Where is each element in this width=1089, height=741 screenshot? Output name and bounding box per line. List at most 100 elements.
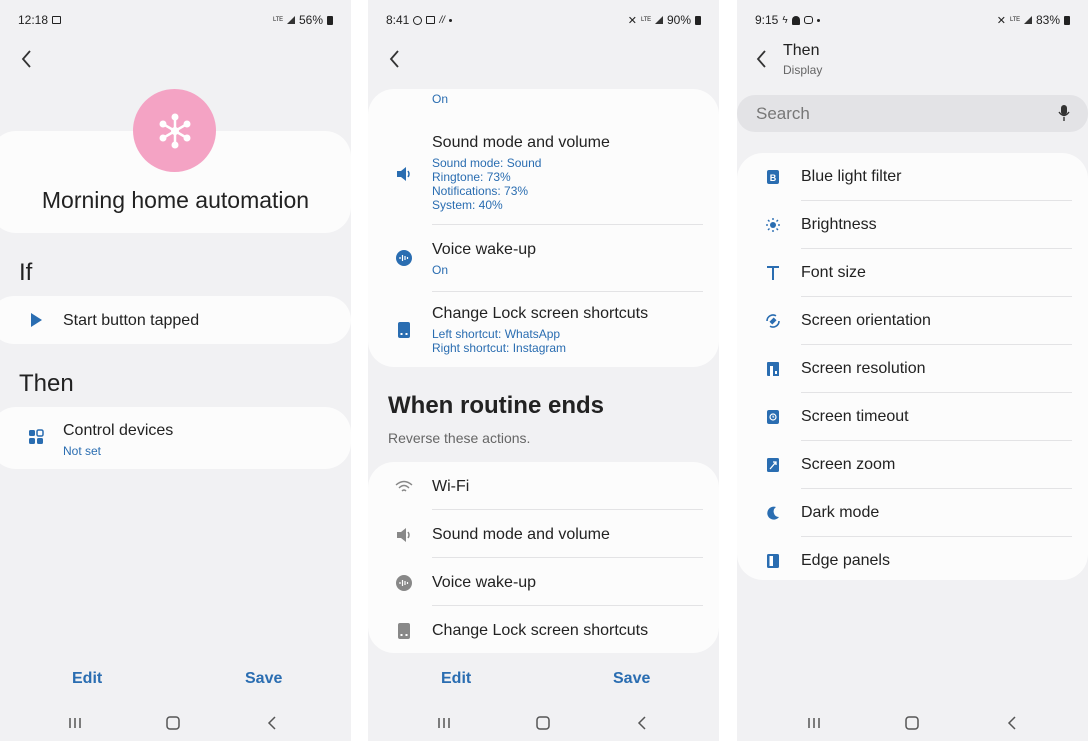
bottom-action-bar: Edit Save [0,664,351,694]
battery-level: 56% [298,13,323,27]
option-label: Screen timeout [801,408,909,425]
option-dark-mode[interactable]: Dark mode [737,501,1088,525]
back-button[interactable] [752,47,772,71]
home-icon [905,716,919,730]
partial-action-status: On [432,92,449,106]
more-notifications-icon [816,18,820,22]
messenger-notification-icon: ϟ [782,14,788,26]
then-action-title: Control devices [63,422,174,439]
option-label: Screen orientation [801,312,931,329]
divider [801,536,1072,537]
screen-zoom-icon [762,454,784,476]
home-button[interactable] [898,710,926,736]
molecule-icon [159,113,190,148]
reverse-row-sound[interactable]: Sound mode and volume [368,522,719,548]
phone-icon [393,319,415,341]
routine-ends-heading: When routine ends [388,392,604,419]
option-font-size[interactable]: Font size [737,261,1088,285]
option-label: Blue light filter [801,168,902,185]
signal-icon [1023,16,1032,24]
then-action-card[interactable]: Control devices Not set [0,407,351,469]
home-button[interactable] [159,710,187,736]
edit-button[interactable]: Edit [441,670,471,688]
reverse-item-label: Voice wake-up [432,574,537,591]
action-status: On [432,263,449,277]
option-screen-resolution[interactable]: Screen resolution [737,357,1088,381]
divider [432,291,703,292]
back-button[interactable] [17,47,37,71]
status-bar: 9:15 ϟ ✕ LTE 83% [737,0,1088,40]
display-actions-screen: 9:15 ϟ ✕ LTE 83% Then Display Search B B… [737,0,1088,741]
back-arrow-icon [637,716,646,730]
recent-apps-button[interactable] [61,710,89,736]
divider [432,509,703,510]
save-button[interactable]: Save [613,670,650,688]
reverse-actions-card: Wi-Fi Sound mode and volume Voice wake-u… [368,462,719,653]
reverse-row-voice[interactable]: Voice wake-up [368,570,719,596]
routine-actions-screen: 8:41 // ✕ LTE 90% On Sound mode and volu… [368,0,719,741]
whatsapp-notification-icon [413,15,423,25]
nav-back-button[interactable] [998,710,1026,736]
routine-title[interactable]: Morning home automation [0,187,351,214]
font-size-icon [762,262,784,284]
option-screen-orientation[interactable]: Screen orientation [737,309,1088,333]
recents-icon [69,718,81,728]
instagram-notification-icon [803,16,813,24]
reverse-item-label: Change Lock screen shortcuts [432,622,649,639]
routine-icon-circle[interactable] [133,89,216,172]
mute-icon: ✕ [627,14,637,27]
nav-back-button[interactable] [628,710,656,736]
back-button[interactable] [385,47,405,71]
action-row-lock[interactable]: Change Lock screen shortcuts Left shortc… [368,303,719,359]
play-icon [31,313,42,327]
option-screen-timeout[interactable]: Screen timeout [737,405,1088,429]
phone-icon [393,620,415,642]
recent-apps-button[interactable] [430,710,458,736]
divider [801,344,1072,345]
status-time: 9:15 [755,13,779,27]
svg-text:B: B [770,173,777,183]
devices-grid-icon [29,429,44,444]
action-row-voice[interactable]: Voice wake-up On [368,239,719,283]
option-label: Brightness [801,216,877,233]
option-label: Dark mode [801,504,880,521]
option-label: Edge panels [801,552,890,569]
microphone-icon[interactable] [1058,104,1070,122]
system-nav-bar [368,710,719,736]
more-notifications-icon [448,18,452,22]
battery-icon [695,15,701,25]
then-action-status: Not set [63,444,102,458]
recent-apps-button[interactable] [800,710,828,736]
partial-action-row[interactable]: On [368,89,719,111]
option-blue-light-filter[interactable]: B Blue light filter [737,165,1088,189]
home-icon [536,716,550,730]
routine-ends-subtitle: Reverse these actions. [388,430,531,446]
action-title: Voice wake-up [432,241,537,258]
routine-detail-screen: 12:18 LTE 56% Morning home automation If [0,0,351,741]
option-edge-panels[interactable]: Edge panels [737,549,1088,573]
divider [801,248,1072,249]
speaker-icon [393,524,415,546]
reverse-row-wifi[interactable]: Wi-Fi [368,474,719,500]
option-screen-zoom[interactable]: Screen zoom [737,453,1088,477]
nav-back-button[interactable] [258,710,286,736]
gallery-notification-icon [52,16,62,24]
action-row-sound[interactable]: Sound mode and volume Sound mode: Sound … [368,132,719,214]
status-bar: 12:18 LTE 56% [0,0,351,40]
home-button[interactable] [529,710,557,736]
option-brightness[interactable]: Brightness [737,213,1088,237]
divider [801,488,1072,489]
if-condition-card[interactable]: Start button tapped [0,296,351,344]
sound-mode-line: Sound mode: Sound [432,156,542,170]
divider [801,392,1072,393]
battery-icon [327,15,333,25]
screen-timeout-icon [762,406,784,428]
back-arrow-icon [267,716,276,730]
left-shortcut-line: Left shortcut: WhatsApp [432,327,561,341]
reverse-row-lock[interactable]: Change Lock screen shortcuts [368,618,719,644]
then-heading: Then [19,370,74,397]
save-button[interactable]: Save [245,670,282,688]
search-bar[interactable]: Search [737,95,1088,132]
chevron-left-icon [389,50,399,68]
edit-button[interactable]: Edit [72,670,102,688]
